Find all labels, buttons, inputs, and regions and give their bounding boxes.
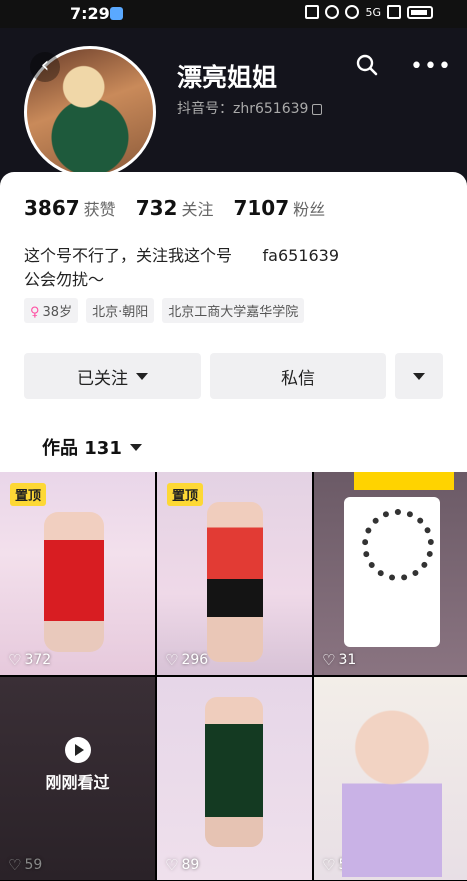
heart-icon: ♡: [322, 856, 336, 874]
video-thumbnail[interactable]: ♡ 89: [157, 677, 312, 880]
profile-name: 漂亮姐姐: [177, 63, 278, 92]
status-bar: 7:29 5G: [0, 0, 467, 28]
bio-line: 这个号不行了，关注我这个号 fa651639: [24, 246, 340, 265]
caret-down-icon: [413, 372, 425, 380]
status-icons: 5G: [305, 5, 433, 19]
like-count: ♡ 89: [165, 856, 200, 874]
heart-icon: ♡: [165, 856, 179, 874]
female-icon: ♀: [30, 305, 40, 320]
notification-icon: [110, 7, 123, 20]
heart-icon: ♡: [8, 651, 22, 669]
network-label: 5G: [365, 5, 381, 19]
douyin-id: 抖音号：zhr651639: [177, 101, 309, 117]
pinned-badge: 置顶: [10, 483, 47, 506]
heart-icon: ♡: [322, 651, 336, 669]
nfc-icon: [305, 5, 320, 19]
search-icon[interactable]: [356, 54, 378, 76]
qr-code-image: [344, 497, 440, 647]
copy-icon[interactable]: [312, 103, 323, 115]
like-count: ♡ 59: [8, 856, 43, 874]
chevron-left-icon: ‹: [40, 53, 50, 78]
play-icon: [64, 737, 91, 763]
like-count: ♡ 372: [8, 651, 52, 669]
message-button[interactable]: 私信: [210, 353, 386, 399]
age-tag: ♀ 38岁: [24, 298, 79, 323]
like-count: ♡ 296: [165, 651, 209, 669]
tag-row: ♀ 38岁 北京·朝阳 北京工商大学嘉华学院: [24, 298, 305, 323]
video-thumbnail[interactable]: ♡ 31: [314, 472, 467, 675]
video-banner: [354, 472, 454, 490]
status-time: 7:29: [70, 4, 110, 23]
recently-watched-overlay: 刚刚看过: [0, 737, 155, 793]
school-tag: 北京工商大学嘉华学院: [162, 298, 305, 323]
stat-followers[interactable]: 7107 粉丝: [233, 196, 325, 220]
pinned-badge: 置顶: [167, 483, 204, 506]
video-thumbnail[interactable]: 置顶 ♡ 372: [0, 472, 155, 675]
video-thumbnail[interactable]: 置顶 ♡ 296: [157, 472, 312, 675]
profile-card: 3867 获赞 732 关注 7107 粉丝 这个号不行了，关注我这个号 fa6…: [0, 172, 467, 472]
action-buttons: 已关注 私信: [24, 353, 443, 399]
more-icon[interactable]: •••: [410, 54, 452, 79]
caret-down-icon: [136, 372, 148, 380]
stat-following[interactable]: 732 关注: [136, 196, 214, 220]
recommend-dropdown-button[interactable]: [395, 353, 443, 399]
video-thumbnail[interactable]: 刚刚看过 ♡ 59: [0, 677, 155, 880]
tab-works[interactable]: 作品 131: [42, 434, 142, 460]
location-tag: 北京·朝阳: [86, 298, 155, 323]
bio-line: 公会勿扰～: [24, 270, 105, 289]
douyin-id-row[interactable]: 抖音号：zhr651639: [177, 98, 323, 118]
video-grid: 置顶 ♡ 372 置顶 ♡ 296 ♡ 31 刚刚看过 ♡ 59 ♡ 89 ♡ 50: [0, 472, 467, 881]
heart-icon: ♡: [165, 651, 179, 669]
video-thumbnail[interactable]: ♡ 50: [314, 677, 467, 880]
stats-row: 3867 获赞 732 关注 7107 粉丝: [24, 196, 325, 220]
bio: 这个号不行了，关注我这个号 fa651639 公会勿扰～: [24, 244, 444, 292]
signal-icon: [387, 5, 401, 19]
followed-button[interactable]: 已关注: [24, 353, 201, 399]
bluetooth-icon: [325, 5, 340, 19]
like-count: ♡ 31: [322, 651, 357, 669]
back-button[interactable]: ‹: [30, 52, 60, 82]
caret-down-icon: [129, 443, 142, 451]
stat-likes[interactable]: 3867 获赞: [24, 196, 116, 220]
heart-icon: ♡: [8, 856, 22, 874]
wifi-icon: [345, 5, 360, 19]
battery-icon: [407, 5, 433, 19]
profile-header: ‹ 漂亮姐姐 抖音号：zhr651639 •••: [0, 28, 467, 188]
like-count: ♡ 50: [322, 856, 357, 874]
